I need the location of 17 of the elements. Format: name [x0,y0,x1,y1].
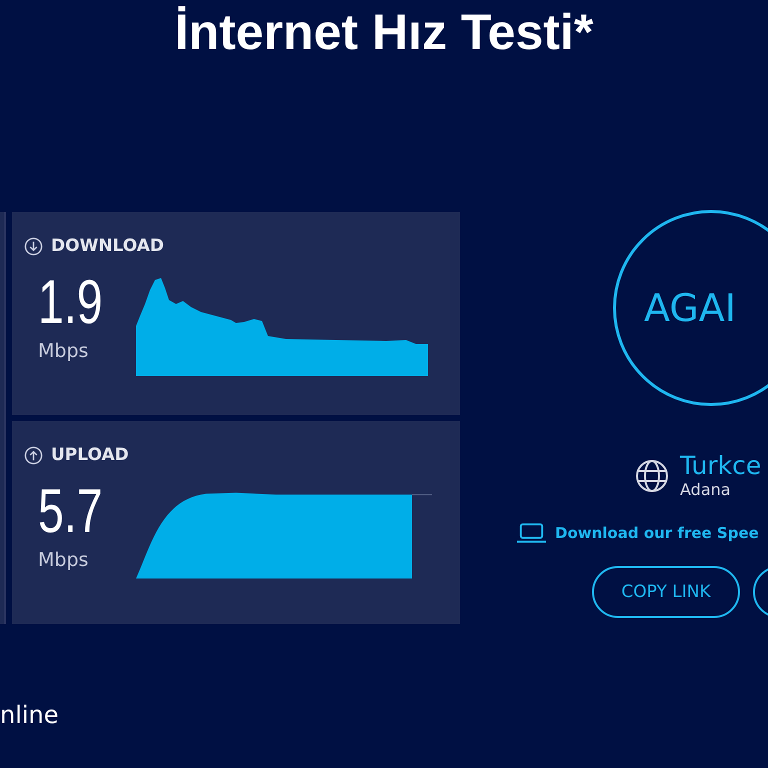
speed-unit: Mbps [38,549,90,571]
copy-link-button[interactable]: COPY LINK [592,566,740,618]
provider-location: Adana [680,480,732,500]
speed-value: 5.7 [38,477,104,547]
laptop-icon [516,522,547,544]
app-download-link[interactable]: Download our free Spee [555,524,759,542]
result-label: DOWNLOAD [51,236,164,256]
arrow-down-icon [24,236,43,256]
again-button[interactable]: AGAI [613,210,768,406]
result-label: UPLOAD [51,445,129,465]
globe-icon [635,459,669,493]
provider-name: Turkce [680,452,762,480]
speed-value: 1.9 [38,268,104,338]
page-title: İnternet Hız Testi* [174,3,594,62]
footer-text: nline [0,700,60,730]
arrow-up-icon [24,446,43,464]
speed-unit: Mbps [38,340,90,362]
